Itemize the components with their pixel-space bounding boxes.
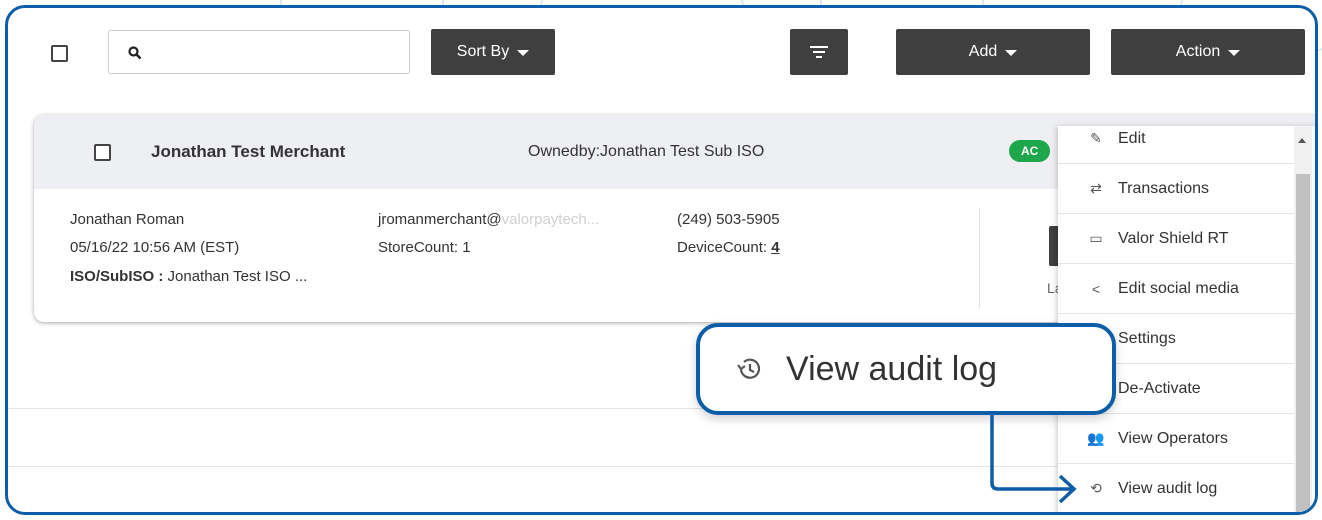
pointer-arrow-icon [990, 412, 1077, 504]
screenshot-frame: Sort By Add Action Jonathan Test Merchan… [5, 5, 1318, 515]
